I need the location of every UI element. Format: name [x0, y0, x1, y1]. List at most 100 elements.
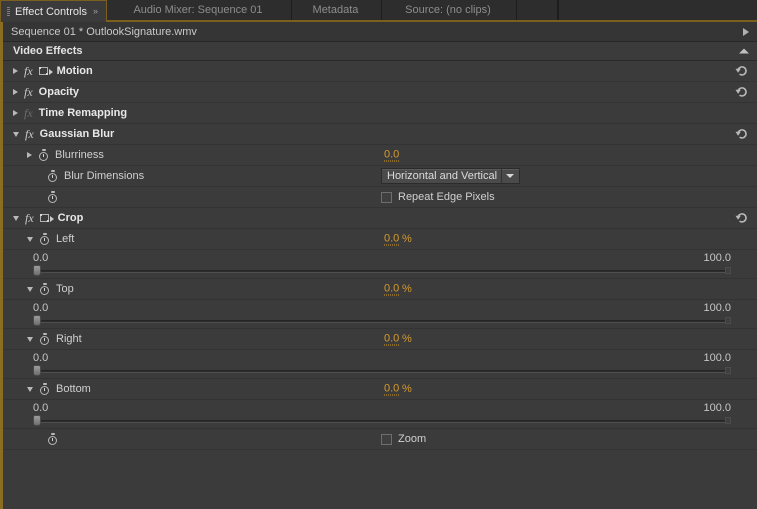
- effect-row-motion[interactable]: fx Motion: [3, 61, 757, 82]
- slider-row-bottom[interactable]: 0.0 100.0: [3, 400, 757, 429]
- transform-icon[interactable]: [39, 213, 54, 224]
- stopwatch-icon[interactable]: [47, 190, 58, 204]
- reset-arrow-icon[interactable]: [735, 212, 748, 225]
- tab-effect-controls[interactable]: Effect Controls »: [0, 0, 107, 22]
- effects-list: fx Motion fx Opacity fx Time Remapping f…: [3, 61, 757, 450]
- slider-right[interactable]: 0.0 100.0: [33, 350, 731, 379]
- slider-row-right[interactable]: 0.0 100.0: [3, 350, 757, 379]
- tab-source[interactable]: Source: (no clips): [381, 0, 517, 20]
- reset-arrow-icon[interactable]: [735, 86, 748, 99]
- stopwatch-icon[interactable]: [39, 332, 50, 346]
- param-value[interactable]: 0.0: [384, 383, 400, 396]
- disclosure-triangle-icon[interactable]: [27, 152, 32, 158]
- tab-metadata[interactable]: Metadata: [291, 0, 382, 20]
- slider-thumb[interactable]: [33, 365, 41, 376]
- slider-endcap: [725, 317, 731, 324]
- stopwatch-icon[interactable]: [47, 169, 58, 183]
- param-row-right[interactable]: Right 0.0 %: [3, 329, 757, 350]
- tab-label: Source: (no clips): [405, 4, 491, 16]
- param-name: Right: [56, 333, 82, 345]
- dropdown-arrow-icon[interactable]: [506, 174, 515, 178]
- param-value[interactable]: 0.0: [384, 333, 400, 346]
- repeat-edge-pixels-control[interactable]: Repeat Edge Pixels: [381, 191, 495, 203]
- stopwatch-icon[interactable]: [39, 382, 50, 396]
- slider-track[interactable]: [36, 420, 728, 423]
- disclosure-triangle-icon[interactable]: [13, 110, 18, 116]
- checkbox-label: Repeat Edge Pixels: [398, 191, 495, 203]
- disclosure-triangle-icon[interactable]: [27, 336, 33, 342]
- slider-bottom[interactable]: 0.0 100.0: [33, 400, 731, 429]
- param-row-blur-dimensions[interactable]: Blur Dimensions Horizontal and Vertical: [3, 166, 757, 187]
- fx-icon: fx: [24, 63, 33, 78]
- zoom-checkbox[interactable]: [381, 433, 392, 445]
- disclosure-triangle-icon[interactable]: [13, 215, 19, 221]
- collapse-chevron-icon[interactable]: [739, 48, 749, 54]
- fx-icon: fx: [24, 105, 33, 120]
- param-value[interactable]: 0.0: [384, 283, 400, 296]
- repeat-edge-pixels-checkbox[interactable]: [381, 191, 392, 203]
- param-unit: %: [402, 233, 412, 245]
- stopwatch-icon[interactable]: [39, 232, 50, 246]
- zoom-control[interactable]: Zoom: [381, 433, 426, 445]
- stopwatch-icon[interactable]: [47, 432, 58, 446]
- slider-endcap: [725, 367, 731, 374]
- disclosure-triangle-icon[interactable]: [27, 386, 33, 392]
- param-value[interactable]: 0.0: [384, 233, 400, 246]
- effect-name: Opacity: [38, 86, 80, 98]
- checkbox-label: Zoom: [398, 433, 427, 445]
- slider-track[interactable]: [36, 320, 728, 323]
- transform-icon[interactable]: [38, 66, 53, 77]
- param-name: Bottom: [56, 383, 91, 395]
- param-value[interactable]: 0.0: [384, 149, 400, 162]
- play-arrow-icon[interactable]: [743, 27, 749, 36]
- disclosure-triangle-icon[interactable]: [13, 89, 18, 95]
- video-effects-header[interactable]: Video Effects: [3, 42, 757, 61]
- slider-max-label: 100.0: [703, 302, 731, 314]
- param-unit: %: [402, 333, 412, 345]
- reset-arrow-icon[interactable]: [735, 65, 748, 78]
- param-name: Top: [56, 283, 74, 295]
- fx-icon: fx: [24, 84, 33, 99]
- slider-max-label: 100.0: [703, 352, 731, 364]
- effect-name: Gaussian Blur: [39, 128, 115, 140]
- panel-menu-icon[interactable]: »: [93, 7, 98, 16]
- slider-top[interactable]: 0.0 100.0: [33, 300, 731, 329]
- tab-label: Audio Mixer: Sequence 01: [133, 4, 263, 16]
- param-row-repeat-edge-pixels[interactable]: Repeat Edge Pixels: [3, 187, 757, 208]
- slider-row-left[interactable]: 0.0 100.0: [3, 250, 757, 279]
- effect-name: Time Remapping: [38, 107, 128, 119]
- tab-audio-mixer[interactable]: Audio Mixer: Sequence 01: [106, 0, 292, 20]
- dropdown-separator: [501, 169, 503, 183]
- effect-row-gaussian-blur[interactable]: fx Gaussian Blur: [3, 124, 757, 145]
- slider-row-top[interactable]: 0.0 100.0: [3, 300, 757, 329]
- disclosure-triangle-icon[interactable]: [27, 286, 33, 292]
- sequence-clip-bar[interactable]: Sequence 01 * OutlookSignature.wmv: [3, 22, 757, 42]
- slider-track[interactable]: [36, 370, 728, 373]
- effect-row-time-remapping[interactable]: fx Time Remapping: [3, 103, 757, 124]
- param-row-left[interactable]: Left 0.0 %: [3, 229, 757, 250]
- reset-arrow-icon[interactable]: [735, 128, 748, 141]
- disclosure-triangle-icon[interactable]: [27, 236, 33, 242]
- slider-endcap: [725, 267, 731, 274]
- param-row-zoom[interactable]: Zoom: [3, 429, 757, 450]
- slider-track[interactable]: [36, 270, 728, 273]
- slider-left[interactable]: 0.0 100.0: [33, 250, 731, 279]
- slider-thumb[interactable]: [33, 315, 41, 326]
- effect-row-crop[interactable]: fx Crop: [3, 208, 757, 229]
- stopwatch-icon[interactable]: [38, 148, 49, 162]
- sequence-clip-title: Sequence 01 * OutlookSignature.wmv: [11, 25, 197, 38]
- slider-endcap: [725, 417, 731, 424]
- effect-row-opacity[interactable]: fx Opacity: [3, 82, 757, 103]
- slider-thumb[interactable]: [33, 265, 41, 276]
- param-row-blurriness[interactable]: Blurriness 0.0: [3, 145, 757, 166]
- slider-thumb[interactable]: [33, 415, 41, 426]
- blur-dimensions-dropdown[interactable]: Horizontal and Vertical: [381, 168, 521, 184]
- disclosure-triangle-icon[interactable]: [13, 68, 18, 74]
- param-row-top[interactable]: Top 0.0 %: [3, 279, 757, 300]
- stopwatch-icon[interactable]: [39, 282, 50, 296]
- param-row-bottom[interactable]: Bottom 0.0 %: [3, 379, 757, 400]
- fx-icon: fx: [25, 210, 34, 225]
- disclosure-triangle-icon[interactable]: [13, 131, 19, 137]
- video-effects-label: Video Effects: [13, 45, 83, 57]
- slider-max-label: 100.0: [703, 402, 731, 414]
